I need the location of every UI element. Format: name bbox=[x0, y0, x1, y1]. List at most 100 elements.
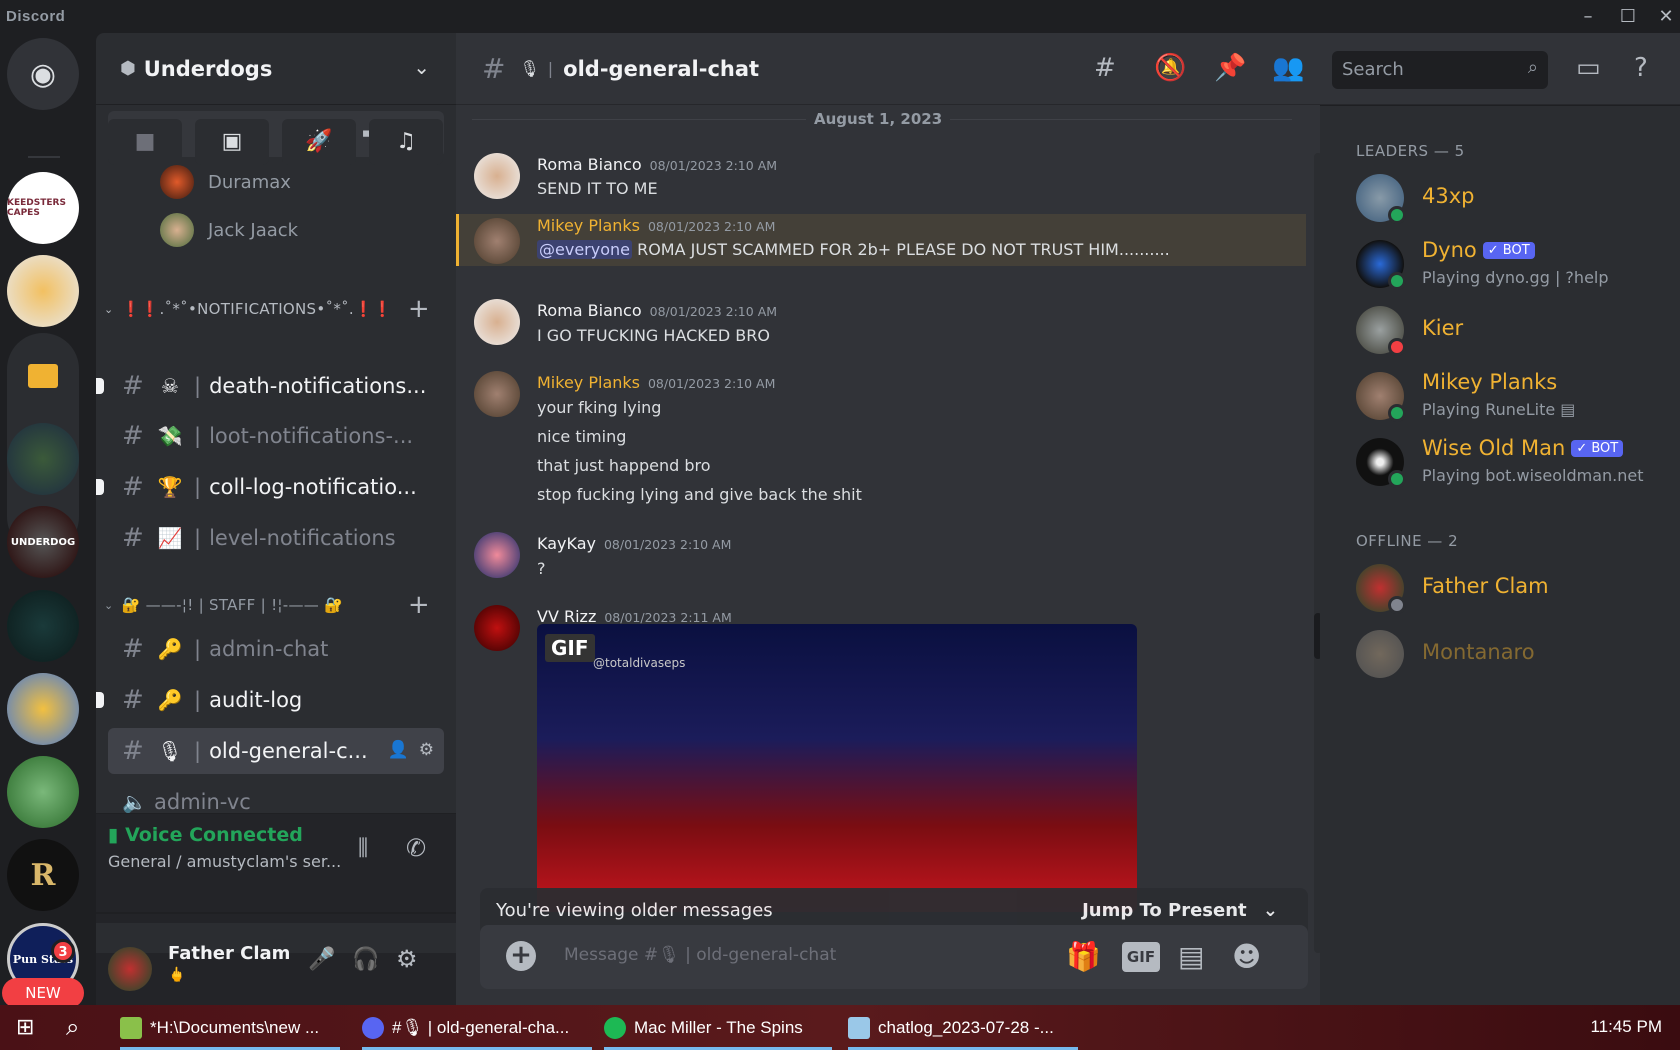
avatar bbox=[160, 213, 194, 247]
search-icon: ⌕ bbox=[1527, 57, 1538, 78]
threads-icon[interactable]: # bbox=[1094, 53, 1116, 83]
server-keedsters-capes[interactable]: KEEDSTERS CAPES bbox=[7, 172, 79, 244]
camera-button[interactable]: ■ bbox=[108, 119, 182, 165]
channel-death-notifications[interactable]: # ☠ | death-notifications... bbox=[108, 363, 444, 409]
member-list-icon[interactable]: 👥 bbox=[1272, 53, 1304, 83]
voice-panel: ▮ Voice Connected General / amustyclam's… bbox=[96, 813, 456, 923]
gif-badge: GIF bbox=[545, 634, 595, 662]
avatar[interactable] bbox=[474, 153, 520, 199]
voice-detail: General / amustyclam's ser... bbox=[108, 852, 342, 871]
author-name[interactable]: Mikey Planks bbox=[537, 216, 640, 235]
new-pill[interactable]: NEW bbox=[2, 978, 84, 1008]
channel-coll-log-notifications[interactable]: # 🏆 | coll-log-notificatio... bbox=[108, 464, 444, 510]
user-avatar[interactable] bbox=[108, 947, 152, 991]
channel-audit-log[interactable]: # 🔑 | audit-log bbox=[108, 677, 444, 723]
author-name[interactable]: Mikey Planks bbox=[537, 373, 640, 392]
avatar[interactable] bbox=[474, 299, 520, 345]
author-name[interactable]: Roma Bianco bbox=[537, 301, 642, 320]
server-snake[interactable] bbox=[7, 255, 79, 327]
voice-status[interactable]: ▮ Voice Connected bbox=[108, 824, 303, 846]
invite-icon[interactable]: 👤 bbox=[388, 740, 409, 760]
avatar[interactable] bbox=[474, 218, 520, 264]
member-item[interactable]: Dyno ✓ BOT Playing dyno.gg | ?help bbox=[1356, 234, 1676, 290]
soundboard-button[interactable]: ♫ bbox=[369, 119, 443, 165]
server-pepe[interactable] bbox=[7, 756, 79, 828]
gif-attachment[interactable]: GIF @totaldivaseps bbox=[537, 624, 1137, 912]
sticker-icon[interactable]: ▤ bbox=[1178, 940, 1204, 973]
activity-button[interactable]: 🚀 bbox=[282, 119, 356, 165]
folder-icon[interactable] bbox=[7, 340, 79, 412]
add-channel-icon[interactable]: + bbox=[408, 294, 430, 324]
mute-bell-icon[interactable]: 🔕 bbox=[1154, 53, 1186, 83]
server-boost-icon: ⬢ bbox=[120, 58, 136, 79]
member-item[interactable]: 43xp bbox=[1356, 168, 1676, 224]
category-staff[interactable]: ⌄ 🔐 ——-¦! | STAFF | !¦-—— 🔐 + bbox=[96, 590, 456, 620]
noise-suppression-icon[interactable]: ⫼ bbox=[358, 836, 368, 861]
discord-logo-icon: ◉ bbox=[29, 56, 57, 92]
microphone-icon[interactable]: 🎤 bbox=[308, 947, 335, 972]
add-channel-icon[interactable]: + bbox=[408, 590, 430, 620]
avatar[interactable] bbox=[474, 605, 520, 651]
screen-share-button[interactable]: ▣ bbox=[195, 119, 269, 165]
member-item[interactable]: Wise Old Man ✓ BOT Playing bot.wiseoldman… bbox=[1356, 432, 1676, 488]
server-r[interactable]: R bbox=[7, 839, 79, 911]
message-input[interactable]: Message #🎙 | old-general-chat bbox=[564, 945, 836, 965]
message-composer[interactable]: + Message #🎙 | old-general-chat 🎁 GIF ▤ … bbox=[480, 925, 1308, 989]
taskbar-notepad-chatlog[interactable]: chatlog_2023-07-28 -... bbox=[848, 1005, 1078, 1050]
taskbar-spotify[interactable]: Mac Miller - The Spins bbox=[604, 1005, 832, 1050]
member-item[interactable]: Father Clam bbox=[1356, 558, 1676, 614]
avatar bbox=[1356, 630, 1404, 678]
guild-header[interactable]: ⬢ Underdogs ⌄ bbox=[96, 33, 456, 105]
member-item[interactable]: Kier bbox=[1356, 300, 1676, 356]
avatar[interactable] bbox=[474, 371, 520, 417]
everyone-mention[interactable]: @everyone bbox=[537, 240, 632, 259]
maximize-button[interactable]: ☐ bbox=[1610, 4, 1646, 30]
server-dark[interactable] bbox=[7, 590, 79, 662]
voice-user[interactable]: Jack Jaack bbox=[160, 210, 298, 250]
rail-divider bbox=[28, 156, 60, 158]
taskbar-discord[interactable]: #🎙 | old-general-cha... bbox=[362, 1005, 592, 1050]
member-item[interactable]: Montanaro bbox=[1356, 624, 1676, 680]
author-name[interactable]: KayKay bbox=[537, 534, 596, 553]
inbox-icon[interactable]: ▭ bbox=[1576, 53, 1601, 83]
channel-old-general-chat[interactable]: # 🎙 | old-general-c... 👤 ⚙ bbox=[108, 728, 444, 774]
member-name: Mikey Planks bbox=[1422, 370, 1558, 394]
online-status-icon bbox=[1388, 272, 1406, 290]
jump-to-present-button[interactable]: Jump To Present ⌄ bbox=[1082, 900, 1278, 921]
author-name[interactable]: Roma Bianco bbox=[537, 155, 642, 174]
channel-loot-notifications[interactable]: # 💸 | loot-notifications-... bbox=[108, 413, 444, 459]
message: Roma Bianco 08/01/2023 2:10 AM I GO TFUCK… bbox=[456, 289, 1306, 355]
gear-icon[interactable]: ⚙ bbox=[419, 740, 434, 760]
emoji-icon[interactable]: ☻ bbox=[1232, 940, 1261, 973]
search-input[interactable]: Search ⌕ bbox=[1332, 51, 1548, 89]
headphones-icon[interactable]: 🎧 bbox=[352, 947, 379, 972]
channel-level-notifications[interactable]: # 📈 | level-notifications bbox=[108, 515, 444, 561]
user-settings-icon[interactable]: ⚙ bbox=[396, 945, 418, 973]
clock[interactable]: 11:45 PM bbox=[1590, 1017, 1662, 1037]
member-name: Wise Old Man bbox=[1422, 436, 1566, 460]
locked-hash-icon: # bbox=[122, 634, 144, 664]
locked-hash-icon: # bbox=[482, 52, 506, 85]
avatar[interactable] bbox=[474, 532, 520, 578]
category-notifications[interactable]: ⌄ ❗❗.˚*˚•NOTIFICATIONS•˚*˚.❗❗ + bbox=[96, 294, 456, 324]
taskbar-notepad[interactable]: *H:\Documents\new ... bbox=[120, 1005, 340, 1050]
disconnect-icon[interactable]: ✆ bbox=[406, 834, 426, 862]
server-runescape-clan[interactable] bbox=[7, 423, 79, 495]
search-icon[interactable]: ⌕ bbox=[66, 1013, 79, 1041]
member-group-label: LEADERS — 5 bbox=[1356, 142, 1465, 160]
add-attachment-button[interactable]: + bbox=[506, 941, 536, 971]
server-homer-king[interactable] bbox=[7, 673, 79, 745]
help-icon[interactable]: ? bbox=[1634, 53, 1648, 83]
voice-user[interactable]: Duramax bbox=[160, 162, 291, 202]
windows-start-icon[interactable]: ⊞ bbox=[16, 1015, 34, 1040]
close-window-button[interactable]: ✕ bbox=[1648, 4, 1680, 30]
gift-icon[interactable]: 🎁 bbox=[1066, 940, 1101, 973]
member-item[interactable]: Mikey Planks Playing RuneLite ▤ bbox=[1356, 366, 1676, 422]
home-button[interactable]: ◉ bbox=[7, 38, 79, 110]
channel-admin-chat[interactable]: # 🔑 | admin-chat bbox=[108, 626, 444, 672]
pin-icon[interactable]: 📌 bbox=[1214, 53, 1246, 83]
server-underdogs[interactable]: UNDERDOG bbox=[7, 506, 79, 578]
hash-icon: # bbox=[122, 523, 144, 553]
minimize-button[interactable]: – bbox=[1570, 4, 1606, 30]
gif-picker-button[interactable]: GIF bbox=[1122, 942, 1160, 972]
